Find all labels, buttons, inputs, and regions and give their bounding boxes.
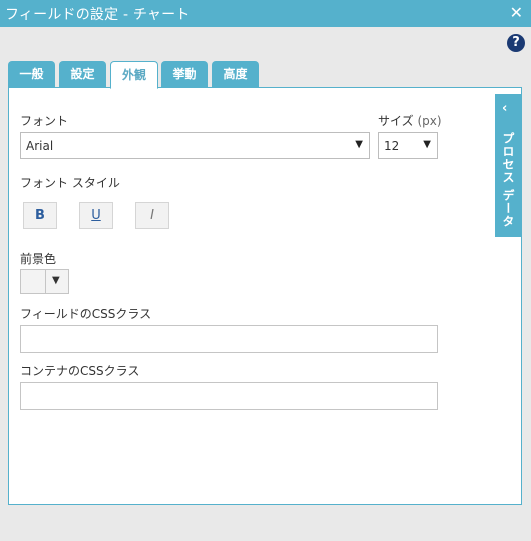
size-select-value: 12 bbox=[384, 139, 400, 153]
underline-button[interactable]: U bbox=[79, 202, 113, 229]
title-bar: フィールドの設定 - チャート ✕ bbox=[0, 0, 531, 27]
bold-button[interactable]: B bbox=[23, 202, 57, 229]
window-title: フィールドの設定 - チャート bbox=[5, 7, 190, 23]
field-css-label: フィールドのCSSクラス bbox=[20, 307, 152, 321]
foreground-color-picker[interactable]: ▼ bbox=[20, 269, 69, 294]
size-select[interactable]: 12 ▼ bbox=[378, 132, 438, 159]
font-select-value: Arial bbox=[26, 139, 54, 153]
font-style-label: フォント スタイル bbox=[20, 176, 120, 190]
italic-button[interactable]: I bbox=[135, 202, 169, 229]
appearance-panel: フォント Arial ▼ サイズ (px) 12 ▼ フォント スタイル B U… bbox=[8, 87, 522, 505]
dropdown-arrow-icon: ▼ bbox=[355, 139, 363, 150]
dropdown-arrow-icon: ▼ bbox=[423, 139, 431, 150]
chevron-left-icon: ‹ bbox=[502, 101, 508, 116]
process-data-label: プロセス データ bbox=[501, 132, 515, 229]
size-label-text: サイズ bbox=[378, 114, 414, 128]
font-select[interactable]: Arial ▼ bbox=[20, 132, 370, 159]
dropdown-arrow-icon: ▼ bbox=[52, 275, 60, 286]
font-label: フォント bbox=[20, 114, 69, 128]
size-unit: (px) bbox=[417, 114, 442, 128]
container-css-input[interactable] bbox=[20, 382, 438, 410]
close-icon[interactable]: ✕ bbox=[510, 3, 523, 23]
process-data-side-tab[interactable]: ‹ プロセス データ bbox=[495, 94, 522, 237]
field-css-input[interactable] bbox=[20, 325, 438, 353]
tab-settings[interactable]: 設定 bbox=[59, 61, 106, 88]
size-label: サイズ (px) bbox=[378, 112, 442, 129]
foreground-color-label: 前景色 bbox=[20, 252, 57, 266]
help-icon[interactable]: ? bbox=[507, 34, 525, 52]
container-css-label: コンテナのCSSクラス bbox=[20, 364, 140, 378]
tab-general[interactable]: 一般 bbox=[8, 61, 55, 88]
tab-advanced[interactable]: 高度 bbox=[212, 61, 259, 88]
tab-behavior[interactable]: 挙動 bbox=[161, 61, 208, 88]
tab-appearance[interactable]: 外観 bbox=[110, 61, 158, 89]
color-swatch bbox=[21, 270, 46, 293]
